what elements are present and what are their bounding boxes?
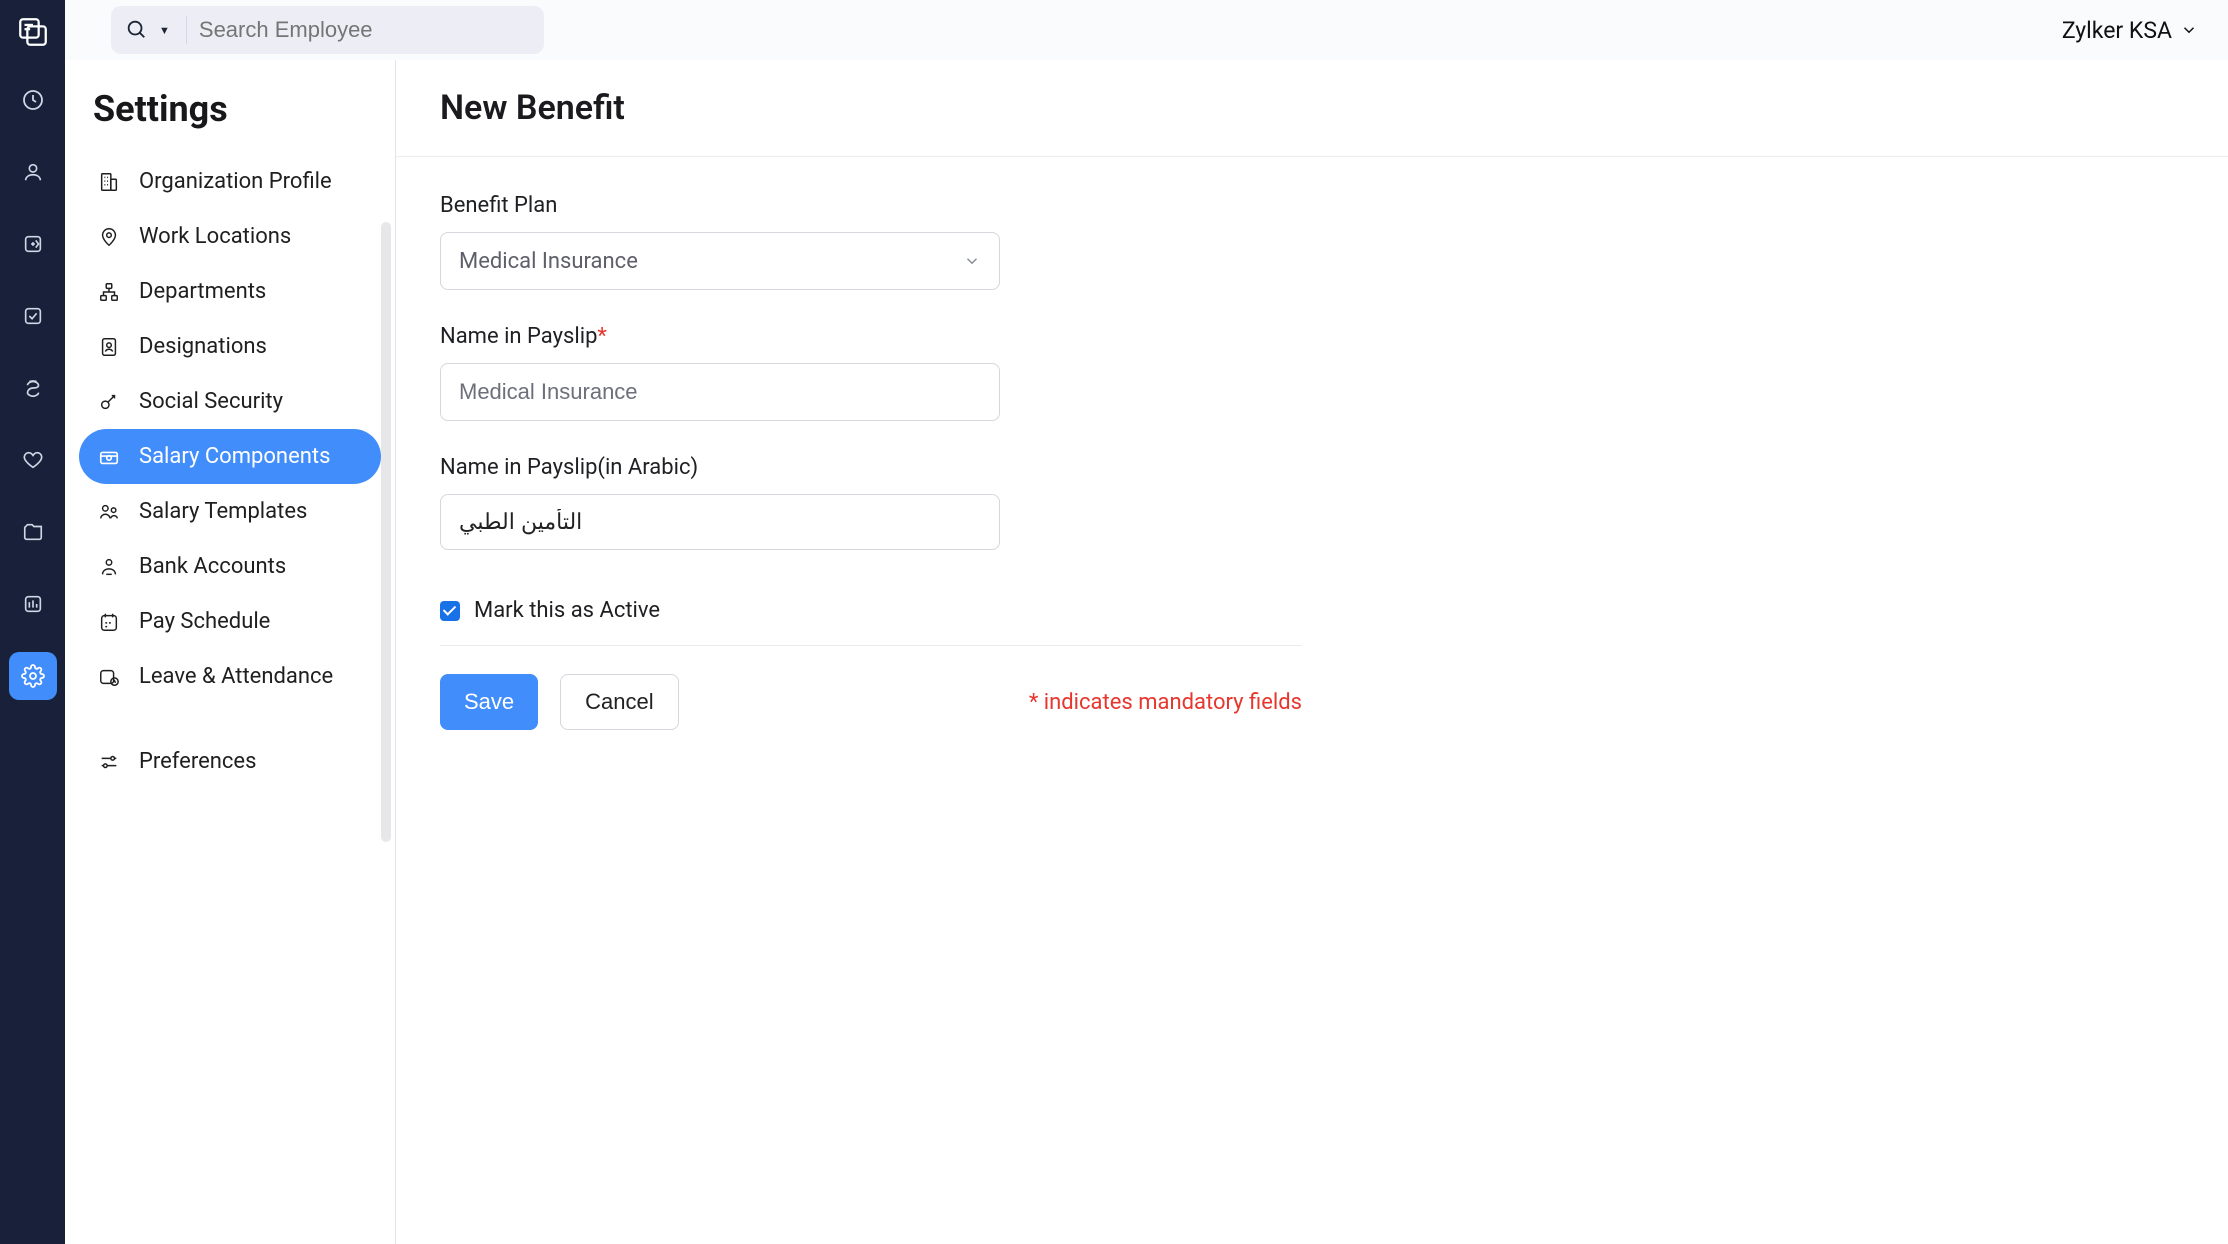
rail-item-documents[interactable] bbox=[9, 508, 57, 556]
settings-sidebar: Settings Organization Profile Work Locat… bbox=[65, 60, 396, 1244]
search-scope-caret-icon[interactable]: ▼ bbox=[159, 24, 170, 37]
bank-icon bbox=[97, 555, 121, 579]
sidebar-item-label: Pay Schedule bbox=[139, 609, 270, 634]
sliders-icon bbox=[97, 750, 121, 774]
sidebar-item-departments[interactable]: Departments bbox=[79, 264, 381, 319]
location-icon bbox=[97, 225, 121, 249]
org-switcher[interactable]: Zylker KSA bbox=[2062, 17, 2198, 44]
active-checkbox[interactable] bbox=[440, 601, 460, 621]
building-icon bbox=[97, 170, 121, 194]
rail-item-approvals[interactable] bbox=[9, 292, 57, 340]
rail-item-benefits[interactable] bbox=[9, 436, 57, 484]
name-payslip-input[interactable] bbox=[459, 379, 981, 405]
rail-item-loans[interactable] bbox=[9, 364, 57, 412]
name-payslip-input-wrapper bbox=[440, 363, 1000, 421]
sidebar-item-label: Organization Profile bbox=[139, 169, 332, 194]
sidebar-item-preferences[interactable]: Preferences bbox=[79, 734, 381, 789]
sidebar-item-social-security[interactable]: Social Security bbox=[79, 374, 381, 429]
rail-item-payroll[interactable] bbox=[9, 220, 57, 268]
calendar-icon bbox=[97, 610, 121, 634]
page-title: New Benefit bbox=[396, 60, 2228, 157]
name-payslip-label: Name in Payslip* bbox=[440, 324, 1396, 349]
active-checkbox-label: Mark this as Active bbox=[474, 598, 660, 623]
mandatory-fields-note: * indicates mandatory fields bbox=[1029, 690, 1302, 715]
money-card-icon bbox=[97, 445, 121, 469]
sidebar-item-label: Designations bbox=[139, 334, 267, 359]
name-payslip-arabic-label: Name in Payslip(in Arabic) bbox=[440, 455, 1396, 480]
rail-item-reports[interactable] bbox=[9, 580, 57, 628]
sidebar-item-organization-profile[interactable]: Organization Profile bbox=[79, 154, 381, 209]
sidebar-item-salary-components[interactable]: Salary Components bbox=[79, 429, 381, 484]
rail-item-dashboard[interactable] bbox=[9, 76, 57, 124]
sidebar-item-label: Leave & Attendance bbox=[139, 664, 333, 689]
search-box[interactable]: ▼ bbox=[111, 6, 544, 54]
chevron-down-icon bbox=[963, 252, 981, 270]
clock-calendar-icon bbox=[97, 665, 121, 689]
topbar: ▼ Zylker KSA bbox=[65, 0, 2228, 60]
cancel-button[interactable]: Cancel bbox=[560, 674, 678, 730]
sidebar-item-label: Social Security bbox=[139, 389, 283, 414]
sidebar-item-label: Preferences bbox=[139, 749, 256, 774]
rail-item-employees[interactable] bbox=[9, 148, 57, 196]
people-icon bbox=[97, 500, 121, 524]
sidebar-item-work-locations[interactable]: Work Locations bbox=[79, 209, 381, 264]
save-button[interactable]: Save bbox=[440, 674, 538, 730]
sidebar-item-salary-templates[interactable]: Salary Templates bbox=[79, 484, 381, 539]
benefit-plan-select[interactable]: Medical Insurance bbox=[440, 232, 1000, 290]
search-input[interactable] bbox=[199, 17, 530, 43]
app-logo-icon bbox=[13, 12, 53, 52]
name-payslip-arabic-input-wrapper bbox=[440, 494, 1000, 550]
settings-title: Settings bbox=[79, 88, 381, 154]
form-divider bbox=[440, 645, 1302, 646]
app-rail bbox=[0, 0, 65, 1244]
search-icon bbox=[125, 18, 149, 42]
main-panel: New Benefit Benefit Plan Medical Insuran… bbox=[396, 60, 2228, 1244]
sidebar-scrollbar[interactable] bbox=[381, 222, 391, 842]
sidebar-item-designations[interactable]: Designations bbox=[79, 319, 381, 374]
id-badge-icon bbox=[97, 335, 121, 359]
org-chart-icon bbox=[97, 280, 121, 304]
name-payslip-arabic-input[interactable] bbox=[459, 509, 981, 535]
sidebar-item-label: Work Locations bbox=[139, 224, 291, 249]
sidebar-item-pay-schedule[interactable]: Pay Schedule bbox=[79, 594, 381, 649]
sidebar-item-label: Departments bbox=[139, 279, 266, 304]
benefit-plan-value: Medical Insurance bbox=[459, 249, 638, 274]
sidebar-item-label: Salary Components bbox=[139, 444, 330, 469]
key-icon bbox=[97, 390, 121, 414]
sidebar-item-bank-accounts[interactable]: Bank Accounts bbox=[79, 539, 381, 594]
search-divider bbox=[186, 16, 187, 44]
sidebar-item-leave-attendance[interactable]: Leave & Attendance bbox=[79, 649, 381, 704]
chevron-down-icon bbox=[2180, 21, 2198, 39]
rail-item-settings[interactable] bbox=[9, 652, 57, 700]
sidebar-item-label: Salary Templates bbox=[139, 499, 307, 524]
benefit-plan-label: Benefit Plan bbox=[440, 193, 1396, 218]
org-name: Zylker KSA bbox=[2062, 17, 2172, 44]
sidebar-item-label: Bank Accounts bbox=[139, 554, 286, 579]
benefit-form: Benefit Plan Medical Insurance Name in P… bbox=[396, 157, 1396, 730]
